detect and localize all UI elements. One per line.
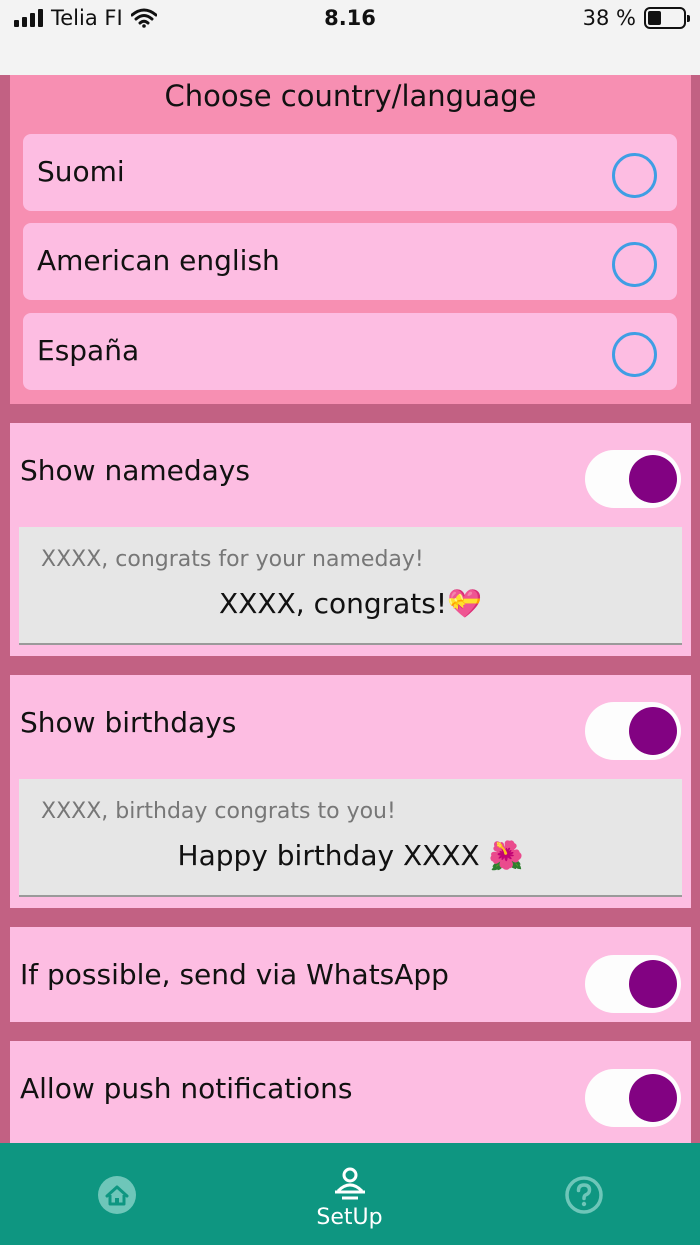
home-icon <box>97 1176 136 1214</box>
radio-button[interactable] <box>612 332 657 377</box>
language-option-label: España <box>37 334 140 367</box>
push-label: Allow push notifications <box>20 1072 353 1105</box>
language-option-label: Suomi <box>37 155 125 188</box>
nameday-message-input[interactable]: XXXX, congrats for your nameday! XXXX, c… <box>19 527 682 645</box>
birthday-message-value: Happy birthday XXXX 🌺 <box>177 839 524 872</box>
birthdays-label: Show birthdays <box>20 706 237 739</box>
nameday-message-placeholder: XXXX, congrats for your nameday! <box>41 547 424 572</box>
status-bar: Telia FI 8.16 38 % <box>0 0 700 75</box>
birthday-message-input[interactable]: XXXX, birthday congrats to you! Happy bi… <box>19 779 682 897</box>
language-option-espana[interactable]: España <box>23 313 677 390</box>
namedays-label: Show namedays <box>20 454 250 487</box>
whatsapp-label: If possible, send via WhatsApp <box>20 958 449 991</box>
setup-person-icon <box>334 1167 365 1200</box>
push-toggle[interactable] <box>585 1069 681 1127</box>
language-section-title: Choose country/language <box>164 79 537 113</box>
namedays-toggle[interactable] <box>585 450 681 508</box>
help-icon <box>564 1176 603 1214</box>
toggle-knob <box>629 960 677 1008</box>
language-option-suomi[interactable]: Suomi <box>23 134 677 211</box>
nav-home[interactable] <box>0 1143 233 1245</box>
nav-setup-label: SetUp <box>316 1205 383 1230</box>
toggle-knob <box>629 1074 677 1122</box>
push-card: Allow push notifications <box>10 1041 691 1143</box>
language-section: Choose country/language Suomi American e… <box>10 75 691 404</box>
namedays-card: Show namedays XXXX, congrats for your na… <box>10 423 691 656</box>
nav-setup[interactable]: SetUp <box>233 1143 466 1245</box>
nameday-message-value: XXXX, congrats!💝 <box>219 587 482 620</box>
status-right: 38 % <box>582 6 690 30</box>
whatsapp-card: If possible, send via WhatsApp <box>10 927 691 1022</box>
language-option-american-english[interactable]: American english <box>23 223 677 300</box>
radio-button[interactable] <box>612 153 657 198</box>
bottom-nav: SetUp <box>0 1143 700 1245</box>
radio-button[interactable] <box>612 242 657 287</box>
whatsapp-toggle[interactable] <box>585 955 681 1013</box>
language-option-label: American english <box>37 244 280 277</box>
toggle-knob <box>629 707 677 755</box>
battery-percent: 38 % <box>582 6 636 30</box>
nav-help[interactable] <box>467 1143 700 1245</box>
birthdays-card: Show birthdays XXXX, birthday congrats t… <box>10 675 691 908</box>
battery-icon <box>644 7 690 29</box>
birthdays-toggle[interactable] <box>585 702 681 760</box>
birthday-message-placeholder: XXXX, birthday congrats to you! <box>41 799 396 824</box>
toggle-knob <box>629 455 677 503</box>
